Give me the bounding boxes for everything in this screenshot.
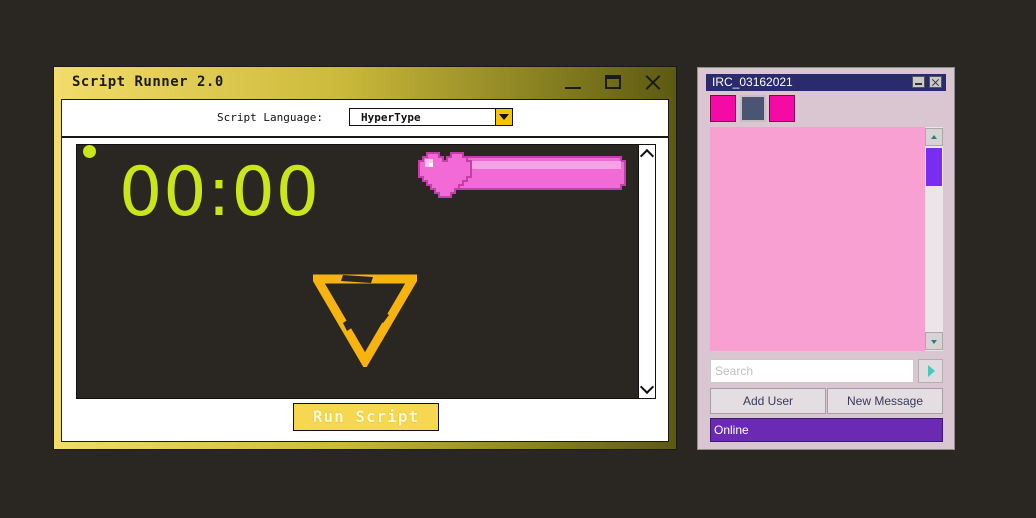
chat-area	[710, 127, 925, 351]
search-input[interactable]: Search	[710, 359, 914, 383]
minimize-icon[interactable]	[912, 76, 925, 88]
window-title: Script Runner 2.0	[72, 74, 224, 90]
color-swatch-2[interactable]	[740, 95, 766, 122]
status-dot-icon	[83, 145, 96, 158]
irc-title-bar: IRC_03162021	[706, 74, 946, 91]
canvas-area: 00:00	[77, 145, 639, 398]
send-arrow-icon[interactable]	[918, 359, 943, 383]
heart-health-bar-icon	[418, 152, 626, 198]
scroll-up-icon[interactable]	[639, 148, 655, 164]
timer-display: 00:00	[119, 153, 320, 232]
language-select[interactable]: HyperType	[349, 108, 513, 126]
close-icon[interactable]	[929, 76, 942, 88]
irc-window: IRC_03162021 Search Add User New Message…	[697, 67, 955, 450]
irc-title: IRC_03162021	[712, 75, 793, 89]
language-value: HyperType	[361, 111, 421, 124]
chat-scrollbar[interactable]	[925, 127, 943, 351]
window-body: Script Language: HyperType 00:00 Run Scr…	[61, 99, 669, 442]
triangle-icon	[313, 274, 417, 367]
new-message-button[interactable]: New Message	[827, 388, 943, 414]
window-controls	[562, 72, 664, 92]
script-runner-window: Script Runner 2.0 Script Language: Hyper…	[53, 66, 677, 450]
status-text: Online	[714, 423, 749, 437]
scroll-down-icon[interactable]	[639, 379, 655, 395]
canvas-scrollbar[interactable]	[638, 145, 655, 398]
close-icon[interactable]	[642, 72, 664, 92]
script-output-canvas: 00:00	[76, 144, 656, 399]
chevron-down-icon[interactable]	[495, 109, 512, 125]
scroll-down-icon[interactable]	[925, 332, 943, 350]
color-swatch-1[interactable]	[710, 95, 736, 122]
language-label: Script Language:	[217, 111, 323, 124]
add-user-button[interactable]: Add User	[710, 388, 826, 414]
scroll-up-icon[interactable]	[925, 128, 943, 146]
scroll-thumb[interactable]	[926, 148, 942, 186]
run-script-button[interactable]: Run Script	[293, 403, 439, 431]
maximize-icon[interactable]	[602, 72, 624, 92]
language-bar: Script Language: HyperType	[62, 100, 668, 138]
search-placeholder: Search	[715, 364, 754, 378]
status-bar: Online	[710, 418, 943, 442]
minimize-icon[interactable]	[562, 72, 584, 92]
color-swatch-3[interactable]	[769, 95, 795, 122]
